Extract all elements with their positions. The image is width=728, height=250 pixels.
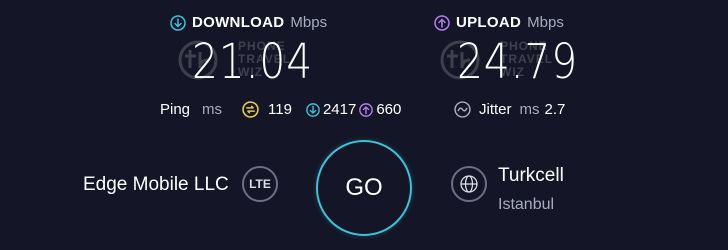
- ping-download-value: 2417: [322, 101, 357, 118]
- upload-value: 24.79: [457, 34, 579, 90]
- download-label: DOWNLOAD: [192, 14, 285, 31]
- upload-label: UPLOAD: [456, 14, 522, 31]
- upload-latency-icon: [359, 102, 374, 117]
- download-unit: Mbps: [290, 14, 328, 31]
- download-latency-icon: [306, 102, 320, 117]
- server-globe-badge[interactable]: [451, 166, 487, 202]
- download-value: 21.04: [192, 34, 314, 90]
- globe-icon: [460, 175, 478, 193]
- ping-label: Ping: [160, 101, 191, 118]
- jitter-value: 2.7: [544, 101, 566, 118]
- go-button-label: GO: [345, 174, 383, 201]
- jitter-unit: ms: [519, 101, 540, 118]
- download-header: DOWNLOAD Mbps: [170, 14, 327, 31]
- upload-header: UPLOAD Mbps: [434, 14, 564, 31]
- idle-latency-icon: [242, 101, 259, 118]
- ping-idle-value: 119: [268, 101, 292, 118]
- server-location: Istanbul: [498, 196, 555, 213]
- jitter-row: Jitter ms 2.7: [454, 101, 565, 118]
- ping-unit: ms: [202, 101, 223, 118]
- server-name[interactable]: Turkcell: [498, 165, 564, 187]
- connection-type-badge: LTE: [242, 166, 278, 202]
- jitter-icon: [454, 101, 471, 118]
- download-arrow-icon: [170, 14, 186, 31]
- go-button[interactable]: GO: [316, 140, 412, 236]
- upload-arrow-icon: [434, 14, 450, 31]
- provider-name: Edge Mobile LLC: [83, 174, 229, 195]
- jitter-label: Jitter: [479, 101, 512, 118]
- connection-type-label: LTE: [249, 177, 271, 191]
- upload-unit: Mbps: [527, 14, 564, 31]
- ping-upload-value: 660: [376, 101, 402, 118]
- ping-row: Ping ms 119 2417 660: [160, 101, 401, 118]
